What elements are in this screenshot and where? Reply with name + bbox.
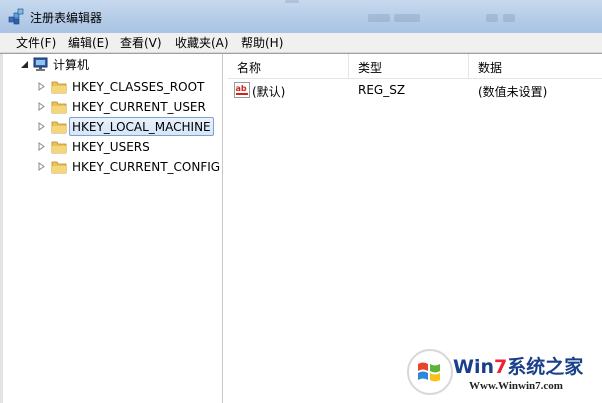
tree-node-computer[interactable]: 计算机 xyxy=(0,55,223,75)
menu-help[interactable]: 帮助(H) xyxy=(239,36,285,50)
tree-node-hkey-local-machine[interactable]: HKEY_LOCAL_MACHINE xyxy=(0,117,223,137)
value-type: REG_SZ xyxy=(358,83,406,97)
column-header-label: 类型 xyxy=(358,61,383,75)
tree-node-hkey-current-config[interactable]: HKEY_CURRENT_CONFIG xyxy=(0,157,223,177)
tree-node-hkey-users[interactable]: HKEY_USERS xyxy=(0,137,223,157)
watermark-title-prefix: Win xyxy=(453,356,494,378)
folder-icon xyxy=(51,101,67,114)
menu-edit[interactable]: 编辑(E) xyxy=(66,36,111,50)
menu-file[interactable]: 文件(F) xyxy=(14,36,58,50)
expand-arrow-icon[interactable] xyxy=(37,102,46,111)
windows-logo-icon xyxy=(407,349,453,395)
string-value-icon: ab xyxy=(234,82,250,98)
tree-node-label: HKEY_CLASSES_ROOT xyxy=(72,80,205,94)
menu-bar: 文件(F) 编辑(E) 查看(V) 收藏夹(A) 帮助(H) xyxy=(0,33,602,53)
folder-icon xyxy=(51,161,67,174)
watermark-title-seven: 7 xyxy=(494,356,508,378)
tree-node-hkey-current-user[interactable]: HKEY_CURRENT_USER xyxy=(0,97,223,117)
value-data: (数值未设置) xyxy=(478,85,548,99)
expand-arrow-icon[interactable] xyxy=(37,82,46,91)
column-header-label: 名称 xyxy=(237,61,262,75)
collapse-arrow-icon[interactable] xyxy=(20,60,29,69)
tree-node-label: HKEY_USERS xyxy=(72,140,150,154)
list-header: 名称 类型 数据 xyxy=(228,54,602,79)
watermark-title: Win7系统之家 xyxy=(453,352,583,379)
regedit-icon xyxy=(8,8,24,25)
column-header-data[interactable]: 数据 xyxy=(469,54,602,78)
background-blur xyxy=(486,14,498,22)
svg-text:ab: ab xyxy=(236,84,247,93)
tree-node-label: HKEY_LOCAL_MACHINE xyxy=(72,120,211,134)
column-header-label: 数据 xyxy=(478,61,503,75)
registry-tree[interactable]: 计算机 HKEY_CLASSES_ROOT HKEY_CURRENT_USER xyxy=(0,54,223,403)
title-bar[interactable]: 注册表编辑器 xyxy=(0,0,602,33)
column-header-type[interactable]: 类型 xyxy=(349,54,469,78)
computer-icon xyxy=(33,57,48,71)
background-blur xyxy=(285,0,299,3)
folder-icon xyxy=(51,81,67,94)
watermark-title-suffix: 系统之家 xyxy=(507,356,584,378)
window-title: 注册表编辑器 xyxy=(30,11,103,25)
background-blur xyxy=(368,14,390,22)
tree-node-label: 计算机 xyxy=(53,58,90,72)
expand-arrow-icon[interactable] xyxy=(37,162,46,171)
background-blur xyxy=(394,14,420,22)
folder-icon xyxy=(51,141,67,154)
list-item[interactable]: ab (默认) REG_SZ (数值未设置) xyxy=(228,80,602,100)
expand-arrow-icon[interactable] xyxy=(37,122,46,131)
value-name: (默认) xyxy=(252,85,286,99)
background-blur xyxy=(503,14,515,22)
column-header-name[interactable]: 名称 xyxy=(228,54,349,78)
menu-favorites[interactable]: 收藏夹(A) xyxy=(173,36,231,50)
tree-node-label: HKEY_CURRENT_USER xyxy=(72,100,206,114)
tree-node-hkey-classes-root[interactable]: HKEY_CLASSES_ROOT xyxy=(0,77,223,97)
expand-arrow-icon[interactable] xyxy=(37,142,46,151)
watermark: Win7系统之家 Www.Winwin7.com xyxy=(405,347,602,403)
tree-node-label: HKEY_CURRENT_CONFIG xyxy=(72,160,221,174)
menu-view[interactable]: 查看(V) xyxy=(118,36,164,50)
watermark-url: Www.Winwin7.com xyxy=(469,380,563,392)
folder-icon xyxy=(51,121,67,134)
